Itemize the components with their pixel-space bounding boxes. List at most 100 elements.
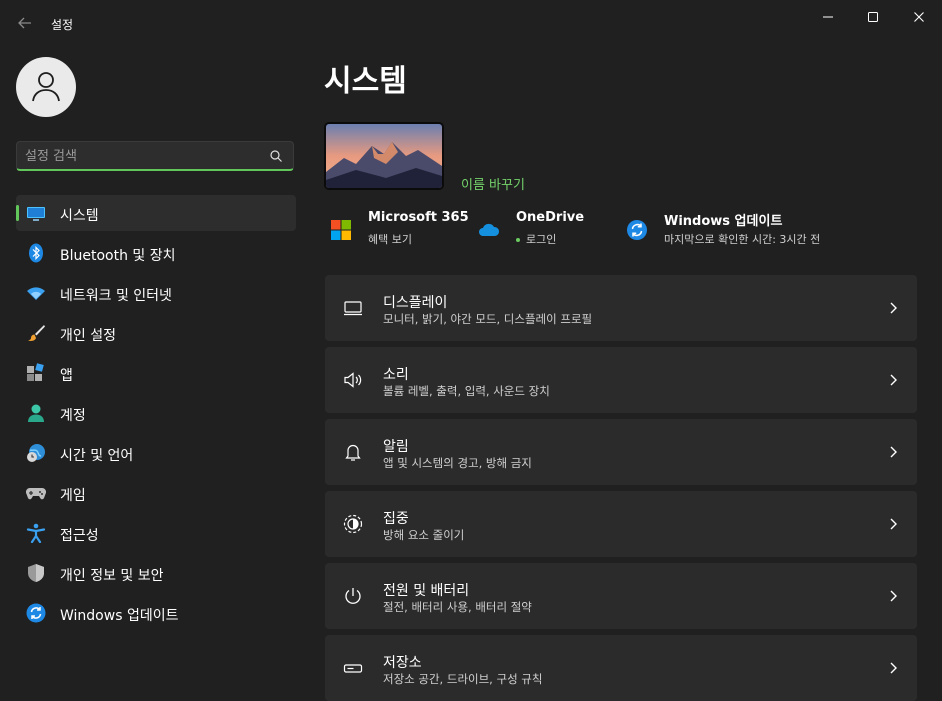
sidebar-item-label: 계정 (60, 408, 86, 424)
card-notifications[interactable]: 알림 앱 및 시스템의 경고, 방해 금지 (325, 419, 917, 485)
card-subtitle: 방해 요소 줄이기 (383, 528, 465, 542)
sidebar-item-accounts[interactable]: 계정 (16, 395, 296, 431)
sidebar-item-label: Bluetooth 및 장치 (60, 248, 176, 264)
sidebar-item-label: 시간 및 언어 (60, 448, 134, 464)
sidebar-item-label: 개인 설정 (60, 328, 116, 344)
microsoft-logo-icon (331, 220, 351, 240)
monitor-icon (27, 207, 45, 221)
sidebar-item-label: 앱 (60, 368, 73, 384)
back-button[interactable] (14, 12, 36, 34)
power-icon (345, 588, 361, 604)
info-title: Windows 업데이트 (664, 214, 783, 229)
minimize-button[interactable] (815, 8, 841, 26)
page-title: 시스템 (324, 64, 407, 99)
sidebar-item-windows-update[interactable]: Windows 업데이트 (16, 595, 296, 631)
focus-icon (343, 514, 363, 534)
search-box[interactable] (16, 141, 294, 171)
onedrive-cloud-icon (479, 223, 500, 236)
user-icon (32, 72, 60, 102)
sidebar-item-label: 접근성 (60, 528, 99, 544)
info-title: OneDrive (516, 210, 585, 225)
info-subtitle: 로그인 (526, 233, 557, 246)
info-onedrive[interactable]: OneDrive 로그인 (472, 210, 612, 250)
card-display[interactable]: 디스플레이 모니터, 밝기, 야간 모드, 디스플레이 프로필 (325, 275, 917, 341)
account-icon (28, 404, 44, 422)
card-title: 디스플레이 (383, 295, 448, 311)
gamepad-icon (26, 487, 46, 500)
sidebar-item-label: 개인 정보 및 보안 (60, 568, 164, 584)
sidebar-item-system[interactable]: 시스템 (16, 195, 296, 231)
chevron-right-icon (890, 302, 897, 314)
selection-indicator (16, 205, 19, 221)
close-icon (914, 12, 924, 22)
chevron-right-icon (890, 374, 897, 386)
info-windows-update[interactable]: Windows 업데이트 마지막으로 확인한 시간: 3시간 전 (620, 210, 910, 250)
search-icon[interactable] (269, 149, 283, 163)
sidebar-item-time-language[interactable]: 시간 및 언어 (16, 435, 296, 471)
card-storage[interactable]: 저장소 저장소 공간, 드라이브, 구성 규칙 (325, 635, 917, 701)
back-arrow-icon (18, 17, 31, 29)
update-icon (26, 603, 46, 623)
globe-clock-icon (27, 444, 45, 462)
card-title: 저장소 (383, 655, 422, 671)
card-title: 집중 (383, 511, 409, 527)
chevron-right-icon (890, 590, 897, 602)
card-subtitle: 모니터, 밝기, 야간 모드, 디스플레이 프로필 (383, 312, 593, 326)
close-button[interactable] (906, 8, 932, 26)
card-subtitle: 절전, 배터리 사용, 배터리 절약 (383, 600, 532, 614)
title-bar: 설정 (0, 0, 942, 46)
sidebar: 시스템 Bluetooth 및 장치 네트워크 및 인터넷 개인 설정 앱 계정… (0, 46, 310, 678)
chevron-right-icon (890, 446, 897, 458)
search-input[interactable] (25, 147, 255, 165)
info-microsoft365[interactable]: Microsoft 365 혜택 보기 (324, 210, 469, 250)
card-title: 소리 (383, 367, 409, 383)
storage-icon (343, 664, 363, 673)
status-dot (516, 238, 520, 242)
rename-link[interactable]: 이름 바꾸기 (461, 174, 525, 193)
accessibility-icon (26, 523, 46, 543)
sidebar-item-label: 네트워크 및 인터넷 (60, 288, 172, 304)
sidebar-item-label: 게임 (60, 488, 86, 504)
card-focus[interactable]: 집중 방해 요소 줄이기 (325, 491, 917, 557)
speaker-icon (344, 372, 362, 388)
info-title: Microsoft 365 (368, 210, 469, 225)
info-subtitle: 마지막으로 확인한 시간: 3시간 전 (664, 233, 821, 246)
device-wallpaper-thumbnail (324, 122, 444, 190)
wifi-icon (27, 287, 45, 300)
update-icon (627, 220, 647, 240)
info-subtitle: 혜택 보기 (368, 233, 412, 246)
card-subtitle: 저장소 공간, 드라이브, 구성 규칙 (383, 672, 543, 686)
chevron-right-icon (890, 662, 897, 674)
card-title: 전원 및 배터리 (383, 583, 470, 599)
sidebar-nav: 시스템 Bluetooth 및 장치 네트워크 및 인터넷 개인 설정 앱 계정… (16, 195, 296, 635)
main-content: 시스템 이름 바꾸기 Microsoft 365 혜택 보기 OneDrive … (324, 46, 942, 701)
brush-icon (28, 325, 45, 341)
wallpaper-image (326, 124, 442, 188)
sidebar-item-network[interactable]: 네트워크 및 인터넷 (16, 275, 296, 311)
sidebar-item-gaming[interactable]: 게임 (16, 475, 296, 511)
sidebar-item-bluetooth[interactable]: Bluetooth 및 장치 (16, 235, 296, 271)
bell-icon (345, 444, 361, 461)
sidebar-item-privacy[interactable]: 개인 정보 및 보안 (16, 555, 296, 591)
app-title: 설정 (51, 18, 74, 32)
card-subtitle: 앱 및 시스템의 경고, 방해 금지 (383, 456, 532, 470)
bluetooth-icon (29, 243, 43, 263)
card-subtitle: 볼륨 레벨, 출력, 입력, 사운드 장치 (383, 384, 550, 398)
card-title: 알림 (383, 439, 409, 455)
maximize-icon (868, 12, 878, 22)
sidebar-item-accessibility[interactable]: 접근성 (16, 515, 296, 551)
chevron-right-icon (890, 518, 897, 530)
avatar[interactable] (16, 57, 76, 117)
maximize-button[interactable] (860, 8, 886, 26)
sidebar-item-apps[interactable]: 앱 (16, 355, 296, 391)
sidebar-item-personalization[interactable]: 개인 설정 (16, 315, 296, 351)
shield-icon (28, 564, 44, 582)
sidebar-item-label: Windows 업데이트 (60, 608, 179, 624)
display-icon (344, 301, 362, 316)
card-sound[interactable]: 소리 볼륨 레벨, 출력, 입력, 사운드 장치 (325, 347, 917, 413)
info-subtitle-wrap: 로그인 (516, 231, 556, 247)
apps-icon (27, 363, 44, 381)
card-power-battery[interactable]: 전원 및 배터리 절전, 배터리 사용, 배터리 절약 (325, 563, 917, 629)
minimize-icon (823, 16, 833, 18)
sidebar-item-label: 시스템 (60, 208, 99, 224)
